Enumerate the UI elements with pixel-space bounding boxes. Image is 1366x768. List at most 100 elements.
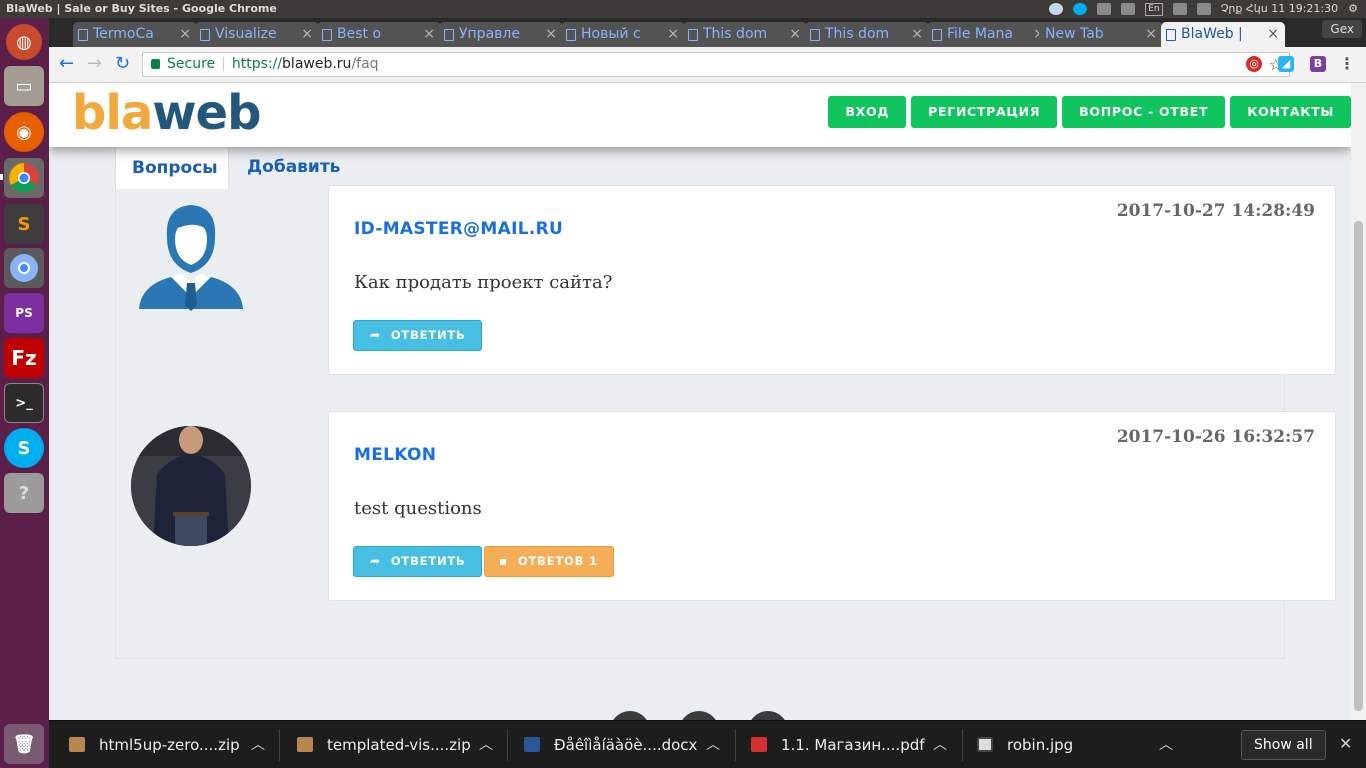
- close-icon[interactable]: ×: [1145, 22, 1157, 47]
- unknown-app-icon[interactable]: ?: [4, 473, 44, 513]
- terminal-icon[interactable]: >_: [4, 383, 44, 423]
- chevron-up-icon[interactable]: ︿: [706, 721, 720, 768]
- show-all-button[interactable]: Show all: [1241, 730, 1326, 760]
- adblock-extension-icon[interactable]: ◎: [1246, 56, 1262, 72]
- page-icon: [322, 29, 332, 41]
- keyboard-layout[interactable]: En: [1145, 2, 1163, 16]
- browser-tab[interactable]: TermoCa ×: [73, 22, 197, 47]
- pager-button[interactable]: [679, 711, 719, 720]
- browser-tab[interactable]: File Mana×: [927, 22, 1051, 47]
- close-icon[interactable]: ×: [789, 22, 801, 47]
- system-tray: En Չրք Հկս 11 19:21:30 ⚙: [1049, 0, 1358, 18]
- firefox-icon[interactable]: ◉: [4, 112, 44, 152]
- download-item[interactable]: robin.jpg ︿: [977, 721, 1173, 768]
- ubuntu-dash-icon[interactable]: ◍: [6, 24, 42, 60]
- site-logo[interactable]: blaweb: [72, 85, 261, 141]
- download-item[interactable]: templated-vis....zip ︿: [297, 721, 493, 768]
- browser-tab[interactable]: New Tab ×: [1039, 22, 1163, 47]
- bootstrap-extension-icon[interactable]: B: [1310, 56, 1326, 72]
- reload-icon[interactable]: ↻: [115, 55, 130, 73]
- divider: [279, 729, 280, 761]
- question-date: 2017-10-26 16:32:57: [1116, 427, 1315, 447]
- skype-icon[interactable]: S: [4, 428, 44, 468]
- skype-tray-icon[interactable]: [1073, 3, 1088, 15]
- chevron-up-icon[interactable]: ︿: [479, 721, 493, 768]
- tab-title: TermoCa: [93, 26, 154, 42]
- pdf-file-icon: [751, 737, 767, 752]
- user-silhouette-icon: [139, 205, 243, 311]
- filezilla-icon[interactable]: Fz: [4, 338, 44, 378]
- tab-add[interactable]: Добавить: [247, 157, 340, 177]
- register-button[interactable]: РЕГИСТРАЦИЯ: [911, 96, 1058, 128]
- close-icon[interactable]: ✕: [1339, 734, 1352, 753]
- close-icon[interactable]: ×: [179, 22, 191, 47]
- chevron-up-icon[interactable]: ︿: [1159, 721, 1173, 768]
- reply-button[interactable]: ➦ ОТВЕТИТЬ: [353, 320, 482, 351]
- faq-button[interactable]: ВОПРОС - ОТВЕТ: [1062, 96, 1226, 128]
- browser-tab[interactable]: Новый с ×: [561, 22, 685, 47]
- wifi-icon[interactable]: [1121, 3, 1136, 15]
- unity-launcher: ◍ ▭ ◉ S PS Fz >_ S ? 🗑: [0, 18, 49, 768]
- chat-icon[interactable]: [1049, 3, 1064, 15]
- dropbox-icon[interactable]: [1097, 3, 1112, 15]
- close-icon[interactable]: ×: [911, 22, 923, 47]
- chromium-icon[interactable]: [4, 248, 44, 288]
- scrollbar-thumb[interactable]: [1354, 221, 1363, 711]
- page-icon: [810, 29, 820, 41]
- browser-tab[interactable]: Управле ×: [439, 22, 563, 47]
- clock[interactable]: Չրք Հկս 11 19:21:30: [1221, 0, 1339, 18]
- browser-tab[interactable]: This dom ×: [683, 22, 807, 47]
- page-icon: [566, 29, 576, 41]
- close-icon[interactable]: ×: [545, 22, 557, 47]
- download-name: robin.jpg: [1007, 736, 1074, 754]
- download-item[interactable]: html5up-zero....zip ︿: [69, 721, 265, 768]
- close-icon[interactable]: ×: [301, 22, 313, 47]
- question-card: 2017-10-26 16:32:57 MELKON test question…: [328, 411, 1336, 601]
- main-menu: ВХОД РЕГИСТРАЦИЯ ВОПРОС - ОТВЕТ КОНТАКТЫ: [828, 96, 1351, 128]
- running-indicator: [0, 174, 3, 180]
- browser-tab-active[interactable]: BlaWeb | ×: [1161, 22, 1285, 47]
- power-icon[interactable]: ⚙: [1348, 0, 1358, 18]
- tab-title: Best o: [337, 26, 382, 42]
- pager-button[interactable]: [748, 711, 788, 720]
- page-scrollbar[interactable]: [1351, 83, 1366, 720]
- chevron-up-icon[interactable]: ︿: [251, 721, 265, 768]
- address-bar[interactable]: Secure | https://blaweb.ru/faq ☆: [142, 52, 1290, 77]
- chevron-up-icon[interactable]: ︿: [933, 721, 947, 768]
- reply-label: ОТВЕТИТЬ: [390, 328, 466, 342]
- trash-icon[interactable]: 🗑: [4, 724, 44, 764]
- close-icon[interactable]: ×: [667, 22, 679, 47]
- volume-icon[interactable]: [1196, 3, 1211, 15]
- browser-toolbar: ← → ↻ Secure | https://blaweb.ru/faq ☆ ◎ ◢…: [49, 47, 1366, 83]
- battery-icon[interactable]: [1172, 3, 1187, 15]
- question-author[interactable]: ID-MASTER@MAIL.RU: [354, 219, 563, 239]
- phpstorm-icon[interactable]: PS: [4, 293, 44, 333]
- sublime-text-icon[interactable]: S: [4, 204, 44, 244]
- pager-button[interactable]: [610, 711, 650, 720]
- divider: [962, 729, 963, 761]
- question-author[interactable]: MELKON: [354, 445, 436, 465]
- reply-button[interactable]: ➦ ОТВЕТИТЬ: [353, 546, 482, 577]
- login-button[interactable]: ВХОД: [828, 96, 907, 128]
- close-icon[interactable]: ×: [1267, 22, 1279, 47]
- back-arrow-icon[interactable]: ←: [59, 55, 74, 73]
- browser-tab[interactable]: This dom ×: [805, 22, 929, 47]
- user-photo-icon: [131, 426, 251, 546]
- answers-button[interactable]: ▪ ОТВЕТОВ 1: [484, 546, 614, 577]
- chrome-icon[interactable]: [4, 158, 44, 198]
- profile-button[interactable]: Gex: [1322, 20, 1362, 38]
- extension-icon[interactable]: ◢: [1278, 56, 1294, 72]
- download-name: 1.1. Магазин....pdf: [781, 736, 925, 754]
- download-item[interactable]: 1.1. Магазин....pdf ︿: [751, 721, 947, 768]
- browser-tab[interactable]: Visualize ×: [195, 22, 319, 47]
- forward-arrow-icon[interactable]: →: [87, 55, 102, 73]
- close-icon[interactable]: ×: [423, 22, 435, 47]
- browser-tab[interactable]: Best o ×: [317, 22, 441, 47]
- contacts-button[interactable]: КОНТАКТЫ: [1230, 96, 1351, 128]
- answers-label: ОТВЕТОВ 1: [517, 554, 598, 568]
- zip-file-icon: [69, 737, 85, 752]
- files-icon[interactable]: ▭: [4, 66, 44, 106]
- download-item[interactable]: Ðåêîìåíäàöè....docx ︿: [524, 721, 720, 768]
- divider: [507, 729, 508, 761]
- menu-dots-icon[interactable]: ⋮: [1339, 56, 1355, 72]
